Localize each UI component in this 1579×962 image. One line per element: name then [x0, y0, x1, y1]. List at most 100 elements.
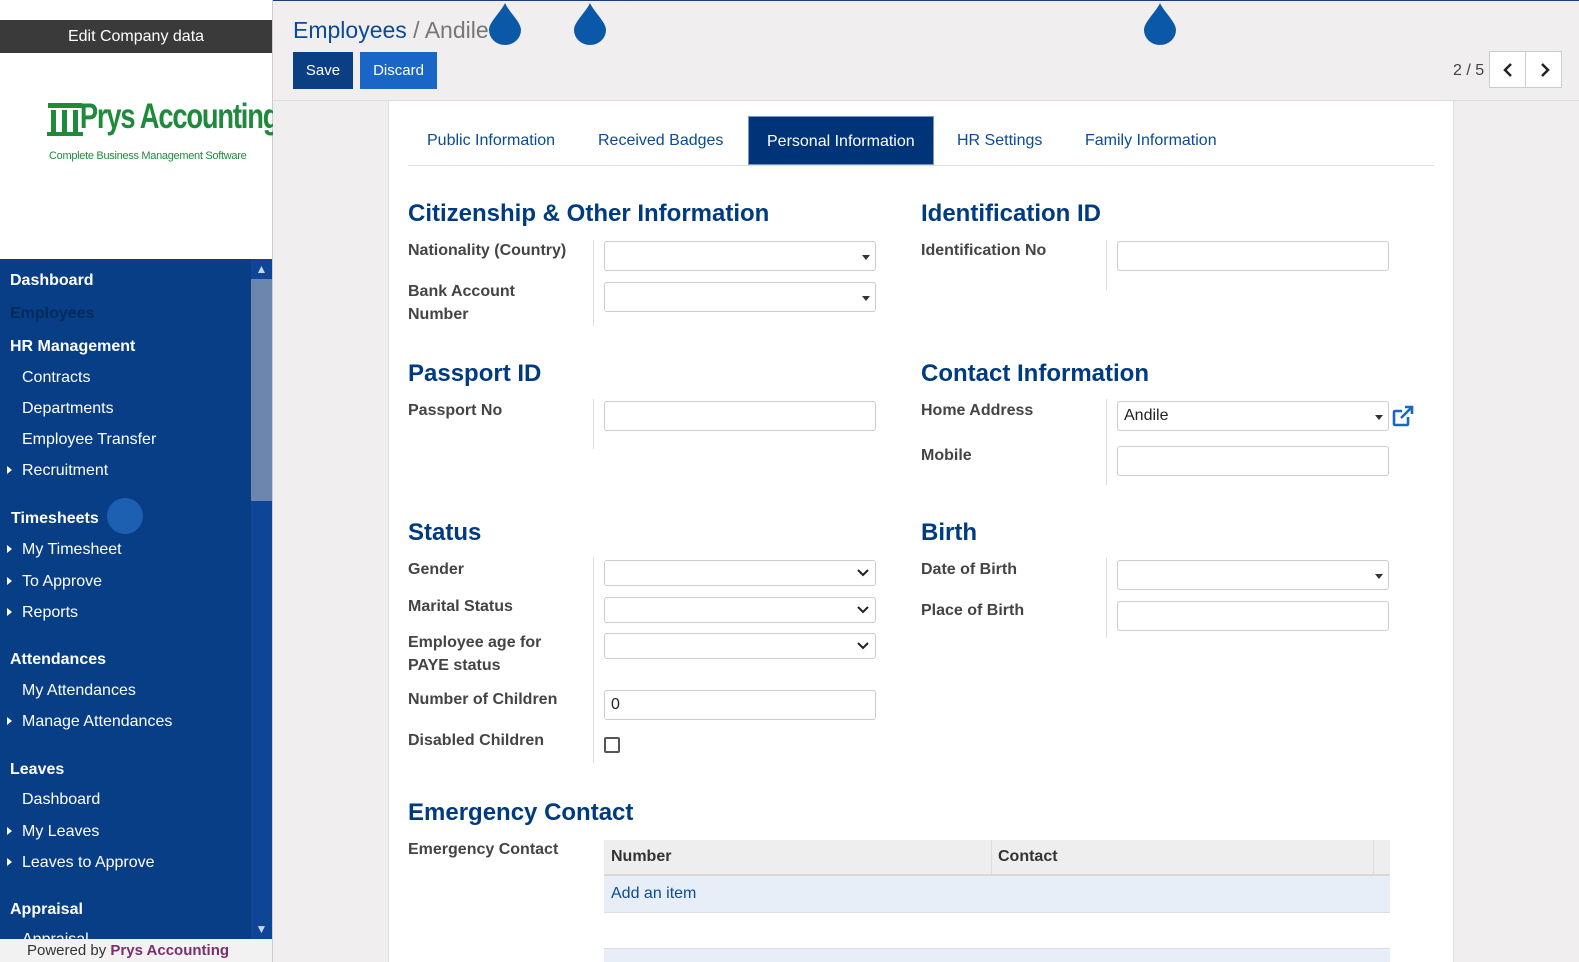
section-birth-title: Birth	[921, 519, 977, 546]
tab-hr-settings[interactable]: HR Settings	[939, 116, 1060, 165]
table-footer	[604, 948, 1390, 962]
chevron-left-icon	[1503, 63, 1512, 77]
place-of-birth-label: Place of Birth	[921, 602, 1025, 619]
menu-employee-transfer[interactable]: Employee Transfer	[22, 431, 156, 449]
menu-timesheets[interactable]: Timesheets	[11, 510, 99, 528]
chevron-down-icon	[857, 642, 869, 650]
menu-my-attendances[interactable]: My Attendances	[22, 682, 136, 700]
tab-family-information[interactable]: Family Information	[1067, 116, 1235, 165]
tab-received-badges[interactable]: Received Badges	[580, 116, 741, 165]
menu-recruitment[interactable]: Recruitment	[22, 462, 108, 480]
add-item-link[interactable]: Add an item	[611, 885, 696, 903]
breadcrumb: Employees / Andile	[293, 17, 489, 44]
pager-previous-button[interactable]	[1489, 51, 1526, 88]
notebook-tabs: Public Information Received Badges Perso…	[408, 116, 1434, 166]
identification-no-label: Identification No	[921, 242, 1047, 259]
menu-employees[interactable]: Employees	[10, 305, 94, 323]
column-number[interactable]: Number	[604, 840, 991, 874]
identification-no-input[interactable]	[1117, 241, 1389, 271]
bank-account-select[interactable]	[604, 282, 876, 312]
caret-down-icon	[862, 255, 870, 260]
column-contact[interactable]: Contact	[991, 840, 1373, 874]
droplet-icon	[1144, 3, 1176, 45]
marital-status-label: Marital Status	[408, 598, 513, 615]
powered-by: Powered by Prys Accounting	[0, 939, 272, 962]
caret-right-icon	[7, 545, 12, 553]
menu-my-timesheet[interactable]: My Timesheet	[22, 541, 122, 559]
edit-company-button[interactable]: Edit Company data	[0, 20, 272, 53]
menu-scrollbar[interactable]: ▲ ▼	[251, 259, 272, 939]
section-emergency-title: Emergency Contact	[408, 799, 634, 826]
menu-appraisal-sub[interactable]: Appraisal	[22, 931, 89, 939]
logo-tagline: Complete Business Management Software	[49, 150, 247, 162]
field-divider	[593, 240, 594, 326]
scroll-down-icon[interactable]: ▼	[251, 919, 272, 939]
menu-my-leaves[interactable]: My Leaves	[22, 823, 99, 841]
home-address-select[interactable]: Andile	[1117, 401, 1389, 431]
discard-button[interactable]: Discard	[360, 52, 437, 89]
menu-leaves-to-approve[interactable]: Leaves to Approve	[22, 854, 155, 872]
caret-right-icon	[7, 577, 12, 585]
save-button[interactable]: Save	[293, 52, 353, 89]
disabled-children-checkbox[interactable]	[604, 737, 620, 753]
field-divider	[1106, 399, 1107, 485]
add-item-row: Add an item	[604, 876, 1390, 913]
droplet-icon	[574, 3, 606, 45]
caret-down-icon	[862, 296, 870, 301]
emergency-contact-table: Number Contact Add an item	[604, 840, 1390, 962]
chevron-down-icon	[857, 569, 869, 577]
date-of-birth-input[interactable]	[1117, 560, 1389, 590]
breadcrumb-employees[interactable]: Employees	[293, 17, 407, 43]
section-status-title: Status	[408, 519, 482, 546]
gender-label: Gender	[408, 561, 465, 578]
mobile-input[interactable]	[1117, 446, 1389, 476]
passport-no-input[interactable]	[604, 401, 876, 431]
pager-value: 2 / 5	[1453, 62, 1485, 79]
disabled-children-label: Disabled Children	[408, 732, 545, 749]
place-of-birth-input[interactable]	[1117, 601, 1389, 631]
pager-next-button[interactable]	[1525, 51, 1562, 88]
menu-leaves-dashboard[interactable]: Dashboard	[22, 791, 100, 809]
menu-leaves[interactable]: Leaves	[10, 761, 64, 779]
scroll-thumb[interactable]	[251, 279, 272, 501]
caret-right-icon	[7, 827, 12, 835]
menu-manage-attendances[interactable]: Manage Attendances	[22, 713, 172, 731]
section-identification-title: Identification ID	[921, 200, 1101, 227]
passport-no-label: Passport No	[408, 402, 503, 419]
menu-attendances[interactable]: Attendances	[10, 651, 106, 669]
mobile-label: Mobile	[921, 447, 972, 464]
emergency-contact-label: Emergency Contact	[408, 841, 559, 858]
gender-select[interactable]	[604, 560, 876, 586]
menu-reports[interactable]: Reports	[22, 604, 78, 622]
menu-departments[interactable]: Departments	[22, 400, 114, 418]
menu-contracts[interactable]: Contracts	[22, 369, 90, 387]
field-divider	[1106, 558, 1107, 638]
powered-by-text: Powered by	[27, 942, 111, 959]
tab-personal-information[interactable]: Personal Information	[748, 116, 934, 165]
number-of-children-input[interactable]: 0	[604, 690, 876, 720]
external-link-icon[interactable]	[1391, 404, 1415, 428]
breadcrumb-current: Andile	[424, 17, 489, 43]
menu-hr-management[interactable]: HR Management	[10, 338, 135, 356]
marital-status-select[interactable]	[604, 597, 876, 623]
tab-public-information[interactable]: Public Information	[409, 116, 573, 165]
droplet-icon	[489, 3, 521, 45]
powered-by-brand[interactable]: Prys Accounting	[110, 942, 229, 959]
field-divider	[1106, 240, 1107, 290]
nationality-select[interactable]	[604, 241, 876, 271]
pillars-icon	[47, 103, 83, 136]
caret-right-icon	[7, 608, 12, 616]
menu-to-approve[interactable]: To Approve	[22, 573, 102, 591]
home-address-label: Home Address	[921, 402, 1034, 419]
main-menu: Dashboard Employees HR Management Contra…	[0, 259, 251, 939]
column-divider	[1373, 840, 1374, 874]
section-citizenship-title: Citizenship & Other Information	[408, 200, 770, 227]
date-of-birth-label: Date of Birth	[921, 561, 1017, 578]
paye-status-select[interactable]	[604, 633, 876, 659]
chevron-right-icon	[1541, 63, 1550, 77]
field-divider	[593, 399, 594, 449]
breadcrumb-separator: /	[413, 17, 420, 43]
menu-appraisal[interactable]: Appraisal	[10, 901, 83, 919]
menu-dashboard[interactable]: Dashboard	[10, 272, 94, 290]
scroll-up-icon[interactable]: ▲	[251, 259, 272, 279]
